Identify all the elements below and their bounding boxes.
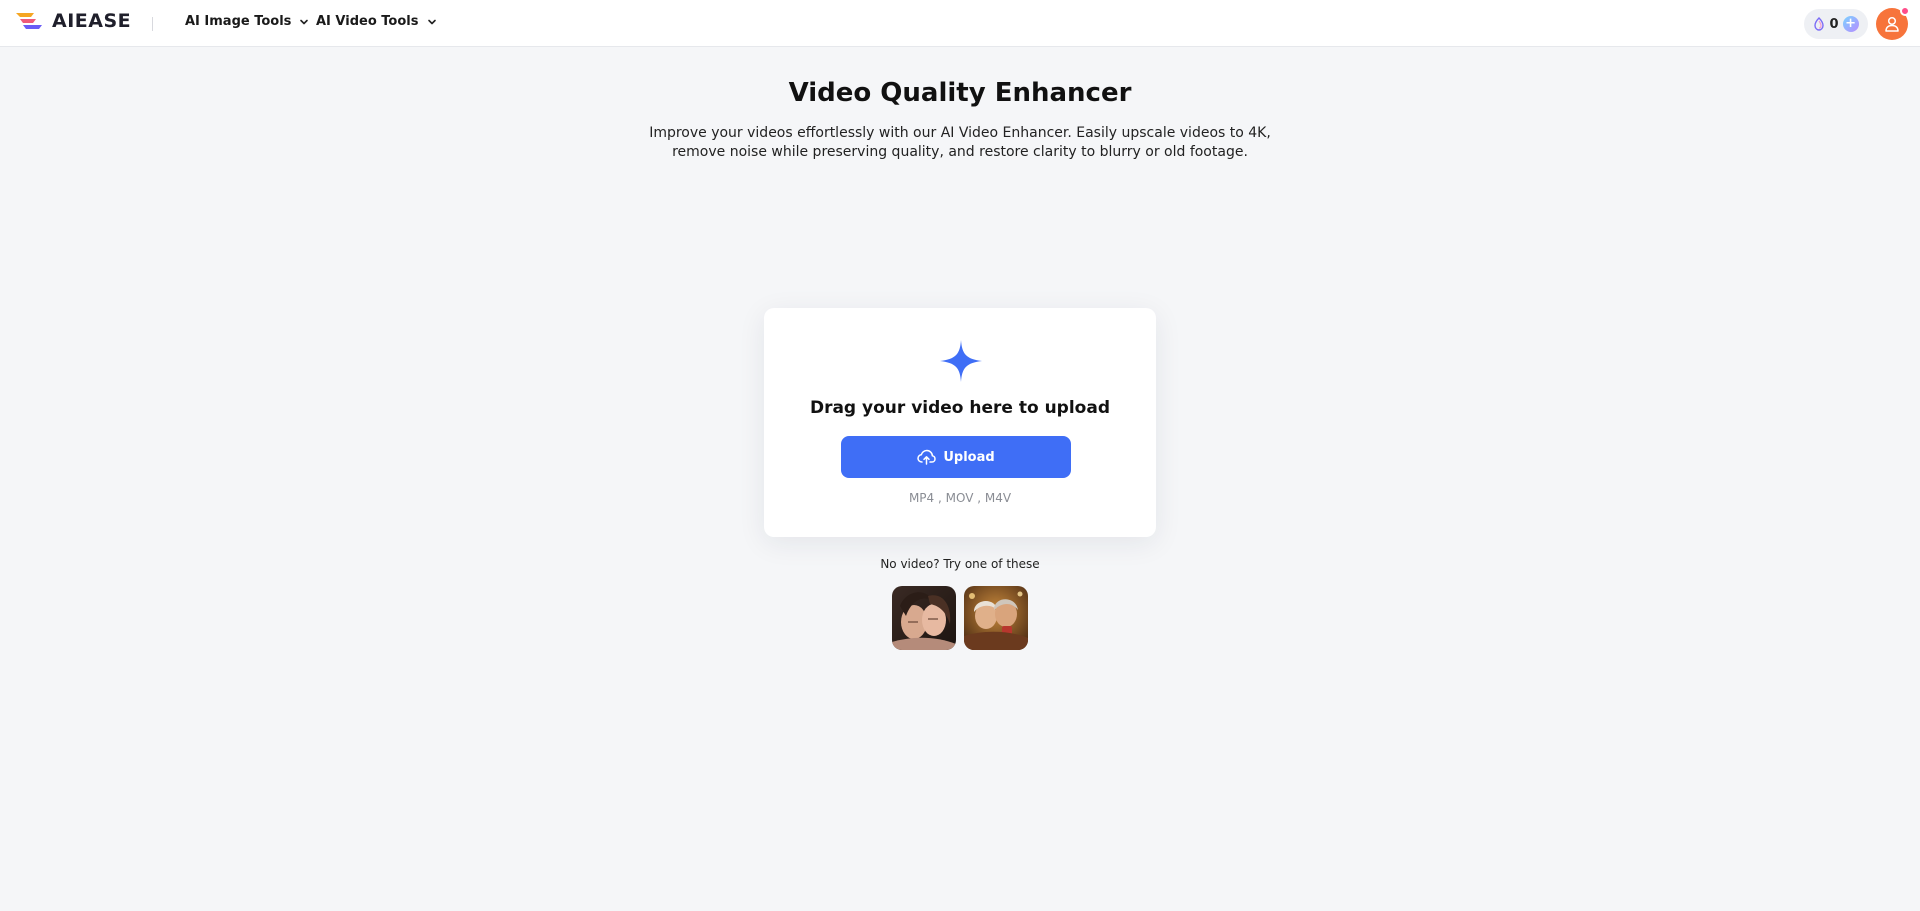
chevron-down-icon (300, 19, 309, 24)
gem-icon (1814, 17, 1825, 31)
upload-dropzone[interactable]: Drag your video here to upload Upload MP… (764, 308, 1156, 537)
sample-video-elderly-couple[interactable] (964, 586, 1028, 650)
cloud-upload-icon (917, 449, 937, 465)
sample-prompt: No video? Try one of these (880, 557, 1040, 571)
nav-label: AI Video Tools (316, 14, 419, 29)
page-description: Improve your videos effortlessly with ou… (649, 125, 1271, 160)
sample-videos (892, 586, 1028, 650)
nav-label: AI Image Tools (185, 14, 292, 29)
sparkle-icon (940, 340, 982, 382)
plus-icon[interactable]: + (1842, 16, 1859, 32)
top-navbar: AIEASE AI Image Tools AI Video Tools 0 + (0, 0, 1920, 47)
page-title: Video Quality Enhancer (788, 78, 1132, 108)
user-icon (1885, 16, 1899, 32)
brand-name: AIEASE (52, 10, 132, 32)
logo-mark-icon (16, 13, 42, 29)
nav-ai-image-tools[interactable]: AI Image Tools (185, 14, 309, 29)
drag-instruction: Drag your video here to upload (809, 398, 1111, 418)
chevron-down-icon (427, 19, 436, 24)
credits-count: 0 (1829, 16, 1839, 32)
nav-ai-video-tools[interactable]: AI Video Tools (316, 14, 437, 29)
brand-logo[interactable]: AIEASE (14, 10, 131, 32)
sample-thumbnail-couple (892, 586, 956, 650)
supported-formats: MP4 , MOV , M4V (908, 491, 1012, 505)
nav-divider (152, 17, 153, 31)
sample-video-couple[interactable] (892, 586, 956, 650)
upload-button[interactable]: Upload (841, 436, 1071, 478)
user-avatar[interactable] (1876, 6, 1910, 40)
notification-dot (1900, 6, 1910, 16)
upload-button-label: Upload (943, 449, 995, 465)
credits-badge[interactable]: 0 + (1804, 9, 1868, 39)
sample-thumbnail-elderly-couple (964, 586, 1028, 650)
